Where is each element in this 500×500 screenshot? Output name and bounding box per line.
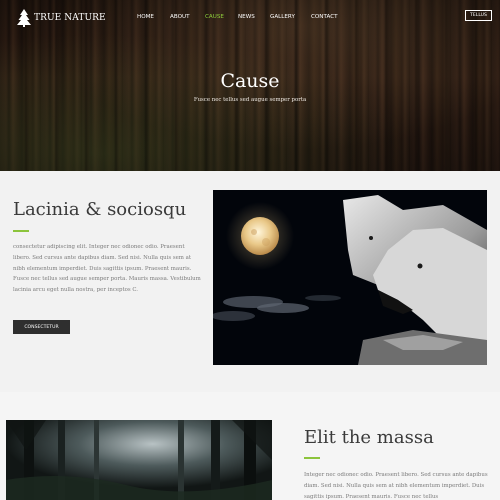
page-title: Cause	[220, 70, 280, 92]
consectetur-button[interactable]: CONSECTETUR	[13, 320, 70, 334]
nav-contact[interactable]: CONTACT	[311, 14, 338, 20]
page-subtitle: Fusce nec tellus sed augue semper porta	[193, 97, 307, 103]
section-title-2: Elit the massa	[304, 427, 434, 448]
pine-tree-icon	[17, 9, 31, 27]
misty-forest-illustration	[6, 420, 272, 500]
nav-about[interactable]: ABOUT	[170, 14, 189, 20]
nav-home[interactable]: HOME	[137, 14, 154, 20]
wolves-moon-illustration	[213, 190, 487, 365]
section-body-text-2: Integer nec odionec odio. Praesent liber…	[304, 472, 488, 500]
nav-cause[interactable]: CAUSE	[205, 14, 224, 20]
nav-news[interactable]: NEWS	[238, 14, 255, 20]
top-navigation: TRUE NATURE HOME ABOUT CAUSE NEWS GALLER…	[0, 0, 500, 36]
section-title: Lacinia & sociosqu	[13, 199, 187, 220]
accent-divider-2	[304, 457, 320, 459]
tellus-button[interactable]: TELLUS	[465, 10, 492, 21]
accent-divider	[13, 230, 29, 232]
nav-gallery[interactable]: GALLERY	[270, 14, 295, 20]
site-logo[interactable]: TRUE NATURE	[17, 9, 106, 27]
misty-forest-image	[6, 420, 272, 500]
section-body-text: consectetur adipiscing elit. Integer nec…	[13, 244, 201, 294]
logo-text: TRUE NATURE	[34, 13, 106, 23]
wolves-moon-image	[213, 190, 487, 365]
